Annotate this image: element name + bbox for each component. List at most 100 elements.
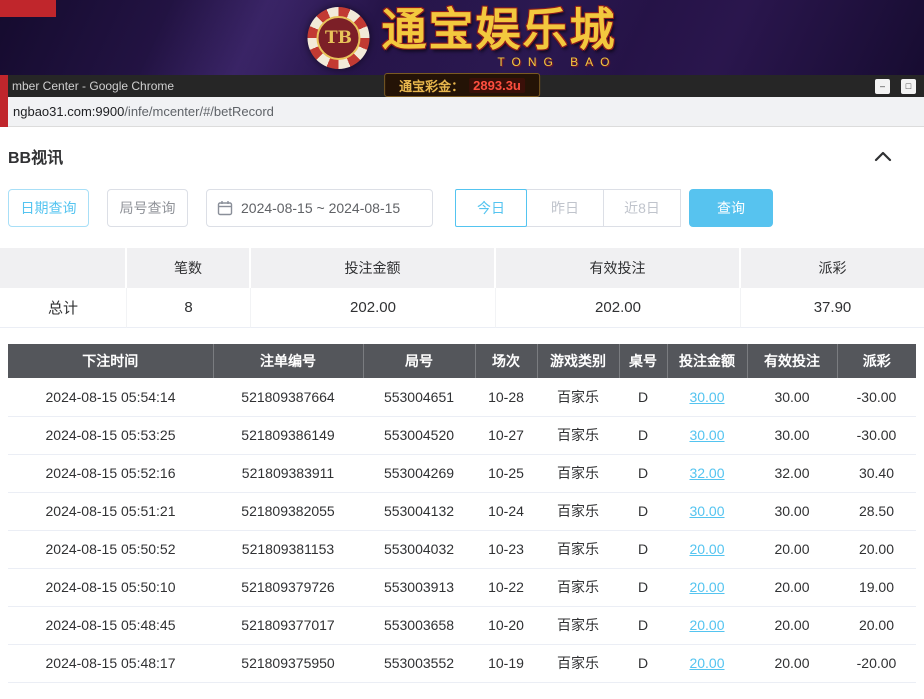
jackpot-ticker: 通宝彩金： 2893.3u — [384, 73, 540, 97]
url-path: /infe/mcenter/#/betRecord — [124, 104, 274, 119]
col-header-round-no: 局号 — [363, 344, 475, 378]
col-header-order-no: 注单编号 — [213, 344, 363, 378]
maximize-button[interactable]: □ — [901, 79, 916, 94]
bet-amount-link[interactable]: 32.00 — [689, 465, 724, 481]
table-no-cell: D — [619, 454, 667, 492]
round-no-cell: 553003658 — [363, 606, 475, 644]
table-no-cell: D — [619, 606, 667, 644]
site-title: 通宝娱乐城 — [381, 7, 616, 52]
round-query-tab[interactable]: 局号查询 — [107, 189, 188, 227]
last8days-button[interactable]: 近8日 — [603, 189, 681, 227]
bet-amount-link[interactable]: 20.00 — [667, 644, 747, 682]
game-type-cell: 百家乐 — [537, 454, 619, 492]
session-cell: 10-20 — [475, 606, 537, 644]
bet-time-cell: 2024-08-15 05:50:10 — [8, 568, 213, 606]
bet-amount-link[interactable]: 30.00 — [689, 389, 724, 405]
order-no-cell: 521809379726 — [213, 568, 363, 606]
bet-time-cell: 2024-08-15 05:48:17 — [8, 644, 213, 682]
game-type-cell: 百家乐 — [537, 492, 619, 530]
summary-table: 笔数 投注金额 有效投注 派彩 总计 8 202.00 202.00 37.90 — [0, 248, 924, 328]
bet-record-table: 下注时间 注单编号 局号 场次 游戏类别 桌号 投注金额 有效投注 派彩 202… — [8, 344, 916, 683]
col-header-payout: 派彩 — [837, 344, 916, 378]
summary-total-bet: 202.00 — [251, 288, 496, 328]
col-header-table-no: 桌号 — [619, 344, 667, 378]
corner-ribbon — [0, 0, 56, 17]
table-no-cell: D — [619, 530, 667, 568]
bet-amount-link[interactable]: 20.00 — [689, 541, 724, 557]
session-cell: 10-25 — [475, 454, 537, 492]
summary-col-valid-bet: 有效投注 — [496, 248, 741, 288]
url-text[interactable]: ngbao31.com:9900/infe/mcenter/#/betRecor… — [13, 104, 274, 119]
order-no-cell: 521809382055 — [213, 492, 363, 530]
valid-bet-cell: 30.00 — [747, 378, 837, 416]
bet-amount-link[interactable]: 20.00 — [667, 568, 747, 606]
site-logo: TB 通宝娱乐城 TONG BAO — [307, 7, 616, 69]
col-header-bet-amount: 投注金额 — [667, 344, 747, 378]
order-no-cell: 521809381153 — [213, 530, 363, 568]
table-no-cell: D — [619, 568, 667, 606]
payout-cell: 30.40 — [837, 454, 916, 492]
order-no-cell: 521809387664 — [213, 378, 363, 416]
table-row: 2024-08-15 05:48:45521809377017553003658… — [8, 606, 916, 644]
site-banner: TB 通宝娱乐城 TONG BAO — [0, 0, 924, 75]
order-no-cell: 521809383911 — [213, 454, 363, 492]
table-row: 2024-08-15 05:52:16521809383911553004269… — [8, 454, 916, 492]
payout-cell: -20.00 — [837, 644, 916, 682]
bet-amount-link[interactable]: 20.00 — [667, 606, 747, 644]
col-header-session: 场次 — [475, 344, 537, 378]
window-controls: – □ — [875, 79, 924, 94]
session-cell: 10-27 — [475, 416, 537, 454]
content: BB视讯 日期查询 局号查询 2024-08-15 ~ 2024-08-15 今… — [0, 127, 924, 683]
payout-cell: -30.00 — [837, 378, 916, 416]
section-header: BB视讯 — [0, 127, 924, 181]
collapse-chevron-icon[interactable] — [874, 150, 892, 162]
table-row: 2024-08-15 05:50:10521809379726553003913… — [8, 568, 916, 606]
logo-text: 通宝娱乐城 TONG BAO — [381, 7, 616, 69]
summary-total-valid: 202.00 — [496, 288, 741, 328]
page: TB 通宝娱乐城 TONG BAO 通宝彩金： 2893.3u mber Cen… — [0, 0, 924, 699]
bet-amount-link[interactable]: 30.00 — [689, 503, 724, 519]
col-header-valid-bet: 有效投注 — [747, 344, 837, 378]
bet-amount-link[interactable]: 30.00 — [667, 416, 747, 454]
payout-cell: -30.00 — [837, 416, 916, 454]
game-type-cell: 百家乐 — [537, 644, 619, 682]
bet-amount-link[interactable]: 20.00 — [667, 530, 747, 568]
window-title: mber Center - Google Chrome — [0, 79, 174, 93]
minimize-button[interactable]: – — [875, 79, 890, 94]
summary-total-label: 总计 — [0, 288, 127, 328]
round-no-cell: 553004032 — [363, 530, 475, 568]
order-no-cell: 521809375950 — [213, 644, 363, 682]
session-cell: 10-28 — [475, 378, 537, 416]
chip-label: TB — [325, 28, 352, 48]
jackpot-value: 2893.3u — [469, 78, 525, 93]
jackpot-label: 通宝彩金： — [399, 76, 464, 95]
session-cell: 10-24 — [475, 492, 537, 530]
bet-amount-link[interactable]: 30.00 — [667, 378, 747, 416]
valid-bet-cell: 20.00 — [747, 606, 837, 644]
payout-cell: 20.00 — [837, 606, 916, 644]
bet-amount-link[interactable]: 20.00 — [689, 579, 724, 595]
search-button[interactable]: 查询 — [689, 189, 773, 227]
date-query-tab[interactable]: 日期查询 — [8, 189, 89, 227]
valid-bet-cell: 30.00 — [747, 492, 837, 530]
date-range-picker[interactable]: 2024-08-15 ~ 2024-08-15 — [206, 189, 433, 227]
bet-table-body: 2024-08-15 05:54:14521809387664553004651… — [8, 378, 916, 682]
today-button[interactable]: 今日 — [455, 189, 527, 227]
bet-amount-link[interactable]: 30.00 — [689, 427, 724, 443]
game-type-cell: 百家乐 — [537, 530, 619, 568]
round-no-cell: 553003913 — [363, 568, 475, 606]
summary-total-row: 总计 8 202.00 202.00 37.90 — [0, 288, 924, 328]
bet-amount-link[interactable]: 20.00 — [689, 655, 724, 671]
bet-amount-link[interactable]: 32.00 — [667, 454, 747, 492]
yesterday-button[interactable]: 昨日 — [526, 189, 604, 227]
table-row: 2024-08-15 05:53:25521809386149553004520… — [8, 416, 916, 454]
table-no-cell: D — [619, 644, 667, 682]
valid-bet-cell: 20.00 — [747, 644, 837, 682]
round-no-cell: 553004132 — [363, 492, 475, 530]
bet-time-cell: 2024-08-15 05:54:14 — [8, 378, 213, 416]
bet-amount-link[interactable]: 20.00 — [689, 617, 724, 633]
summary-col-count: 笔数 — [127, 248, 251, 288]
table-row: 2024-08-15 05:54:14521809387664553004651… — [8, 378, 916, 416]
round-no-cell: 553004520 — [363, 416, 475, 454]
bet-amount-link[interactable]: 30.00 — [667, 492, 747, 530]
